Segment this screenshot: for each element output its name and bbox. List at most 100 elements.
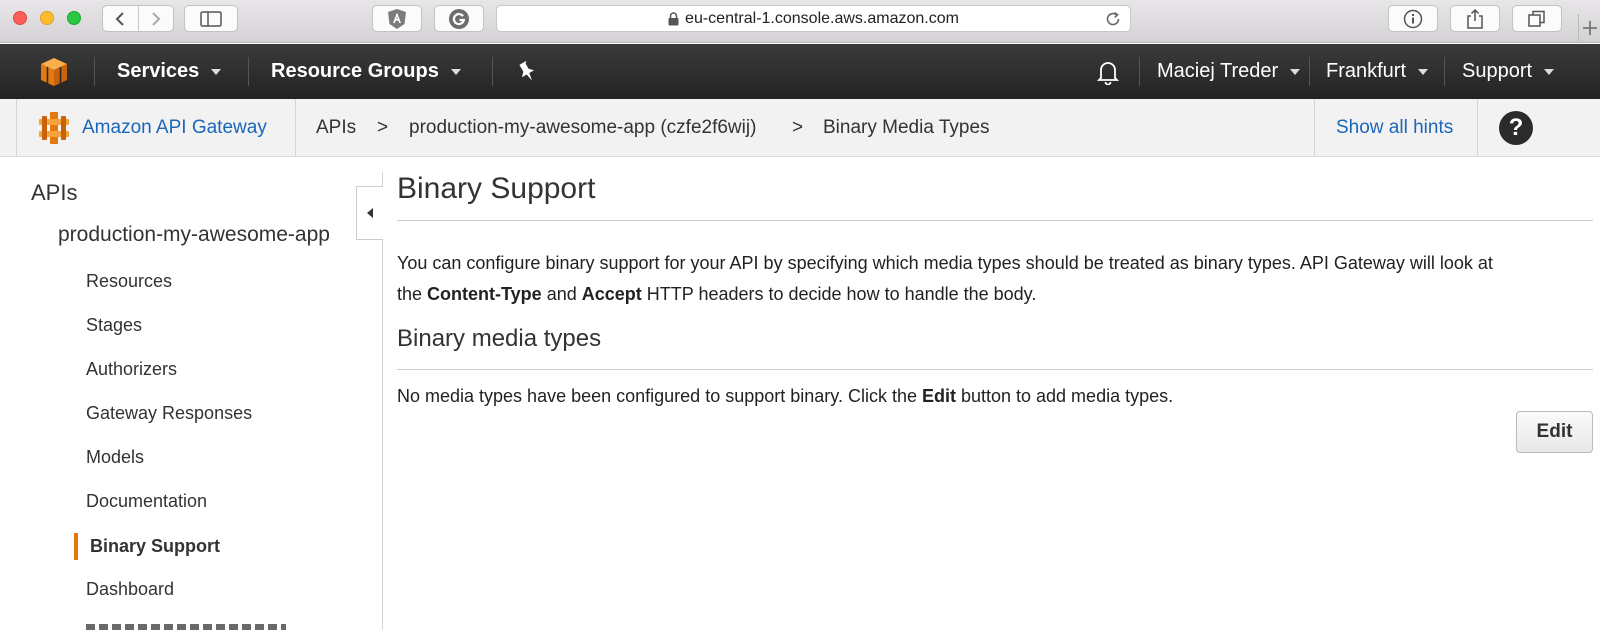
grammarly-extension-button[interactable] — [434, 5, 484, 32]
divider — [295, 99, 296, 157]
api-gateway-home-link[interactable]: Amazon API Gateway — [38, 99, 267, 157]
sidebar-item-documentation[interactable]: Documentation — [86, 491, 207, 512]
pushpin-icon — [519, 60, 535, 81]
aws-home-button[interactable] — [38, 44, 70, 99]
account-menu[interactable]: Maciej Treder — [1157, 44, 1301, 99]
chevron-right-icon — [152, 11, 161, 26]
reload-icon[interactable] — [1104, 10, 1122, 28]
pin-shortcuts-button[interactable] — [517, 44, 537, 99]
browser-toolbar: eu-central-1.console.aws.amazon.com — [0, 0, 1600, 43]
grammarly-icon — [449, 8, 469, 29]
close-window-button[interactable] — [13, 11, 27, 25]
share-button[interactable] — [1450, 5, 1500, 32]
breadcrumb-separator: > — [792, 117, 804, 138]
help-button[interactable]: ? — [1499, 99, 1533, 157]
sidebar-apis-link[interactable]: APIs — [31, 180, 77, 206]
aws-cube-logo-icon — [41, 57, 67, 86]
back-button[interactable] — [103, 6, 138, 31]
nav-divider — [1139, 57, 1140, 86]
services-label: Services — [117, 60, 200, 82]
breadcrumb-apis-link[interactable]: APIs — [316, 99, 356, 157]
sidebar-item-cutoff — [86, 624, 286, 630]
site-info-button[interactable] — [1388, 5, 1438, 32]
divider — [1477, 99, 1478, 157]
nav-divider — [1309, 57, 1310, 86]
active-indicator — [74, 533, 78, 560]
empty-state-message: No media types have been configured to s… — [397, 381, 1593, 412]
desc-text: the — [397, 284, 428, 304]
sidebar-api-name[interactable]: production-my-awesome-app — [58, 223, 330, 247]
sidebar-item-resources[interactable]: Resources — [86, 271, 172, 292]
show-tabs-button[interactable] — [1512, 5, 1562, 32]
support-label: Support — [1462, 60, 1533, 82]
title-divider — [397, 220, 1593, 221]
sidebar-toggle-button[interactable] — [184, 5, 238, 32]
section-divider — [397, 369, 1593, 370]
sidebar-item-dashboard[interactable]: Dashboard — [86, 579, 174, 600]
breadcrumb-current: Binary Media Types — [823, 117, 990, 138]
service-name: Amazon API Gateway — [82, 117, 267, 138]
url-text: eu-central-1.console.aws.amazon.com — [685, 9, 959, 27]
api-gateway-logo-icon — [39, 112, 69, 144]
sidebar-icon — [200, 10, 222, 27]
help-icon: ? — [1499, 111, 1533, 145]
nav-divider — [248, 57, 249, 86]
sidebar-item-models[interactable]: Models — [86, 447, 144, 468]
collapse-sidebar-button[interactable] — [356, 186, 383, 240]
zoom-window-button[interactable] — [67, 11, 81, 25]
support-menu[interactable]: Support — [1462, 44, 1555, 99]
desc-text: and — [541, 284, 582, 304]
description-line-1: You can configure binary support for you… — [397, 253, 1493, 273]
plus-icon — [1582, 20, 1597, 35]
notifications-button[interactable] — [1096, 44, 1120, 99]
empty-text: No media types have been configured to s… — [397, 386, 922, 406]
content-type-term: Content-Type — [427, 284, 542, 304]
lock-icon — [668, 11, 679, 25]
sidebar-item-binary-support[interactable]: Binary Support — [90, 536, 220, 557]
nav-divider — [1444, 57, 1445, 86]
region-label: Frankfurt — [1326, 60, 1407, 82]
resource-groups-menu[interactable]: Resource Groups — [271, 44, 461, 99]
sidebar-item-gateway-responses[interactable]: Gateway Responses — [86, 403, 252, 424]
angular-extension-button[interactable] — [372, 5, 422, 32]
chevron-down-icon — [1418, 68, 1429, 75]
nav-divider — [94, 57, 95, 86]
tabs-icon — [1528, 10, 1545, 27]
minimize-window-button[interactable] — [40, 11, 54, 25]
caret-left-icon — [367, 208, 373, 218]
chevron-down-icon — [1290, 68, 1301, 75]
bell-icon — [1096, 61, 1120, 85]
breadcrumb-api-link[interactable]: production-my-awesome-app (czfe2f6wij) — [409, 99, 756, 157]
section-title: Binary media types — [397, 325, 602, 352]
chevron-down-icon — [1544, 68, 1555, 75]
sidebar-divider — [382, 172, 383, 630]
resource-groups-label: Resource Groups — [271, 60, 439, 82]
aws-top-nav: Services Resource Groups Maciej Treder F… — [0, 44, 1600, 99]
history-nav — [102, 5, 174, 32]
sidebar-nav: APIs production-my-awesome-app Resources… — [0, 158, 383, 630]
user-name: Maciej Treder — [1157, 60, 1279, 82]
sidebar-item-authorizers[interactable]: Authorizers — [86, 359, 177, 380]
sidebar-item-stages[interactable]: Stages — [86, 315, 142, 336]
forward-button[interactable] — [137, 6, 174, 31]
new-tab-button[interactable] — [1578, 14, 1600, 41]
chevron-down-icon — [211, 68, 222, 75]
description-line-2: the Content-Type and Accept HTTP headers… — [397, 279, 1593, 310]
info-icon — [1403, 9, 1423, 28]
share-icon — [1467, 8, 1483, 29]
edit-term: Edit — [921, 386, 956, 406]
page-title: Binary Support — [397, 172, 596, 205]
edit-button[interactable]: Edit — [1516, 411, 1593, 453]
services-menu[interactable]: Services — [117, 44, 222, 99]
empty-text: button to add media types. — [955, 386, 1174, 406]
breadcrumb: Amazon API Gateway APIs > production-my-… — [0, 99, 1600, 157]
chevron-down-icon — [450, 68, 461, 75]
angular-shield-icon — [388, 8, 406, 29]
address-bar[interactable]: eu-central-1.console.aws.amazon.com — [496, 5, 1131, 32]
region-menu[interactable]: Frankfurt — [1326, 44, 1429, 99]
chevron-left-icon — [115, 11, 124, 26]
accept-term: Accept — [581, 284, 642, 304]
desc-text: HTTP headers to decide how to handle the… — [641, 284, 1037, 304]
divider — [1314, 99, 1315, 157]
show-all-hints-link[interactable]: Show all hints — [1336, 99, 1453, 157]
